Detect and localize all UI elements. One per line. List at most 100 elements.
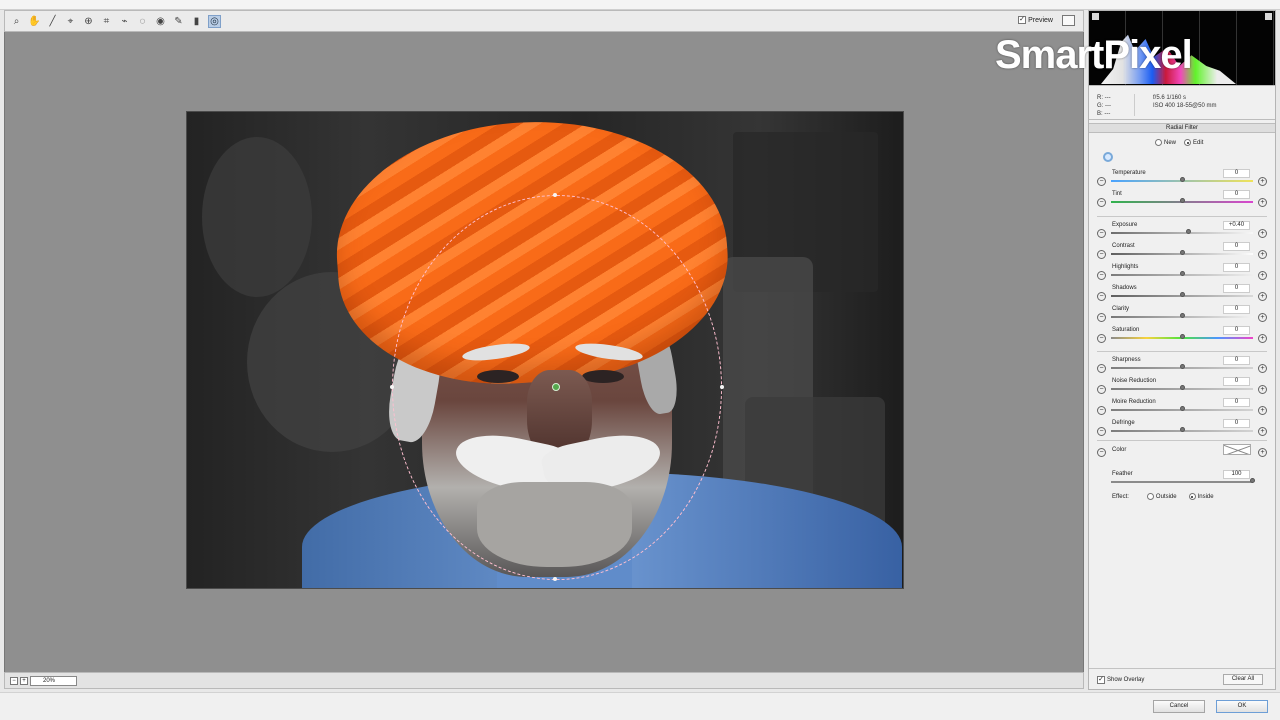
graduated-filter-tool[interactable]: ▮ (190, 15, 203, 28)
saturation-value-input[interactable]: 0 (1223, 326, 1250, 335)
saturation-slider-track[interactable] (1111, 334, 1253, 339)
noise-reduction-decrease-icon[interactable]: − (1097, 385, 1106, 394)
radial-filter-tool[interactable]: ◎ (208, 15, 221, 28)
highlights-slider-thumb[interactable] (1179, 271, 1185, 276)
full-screen-icon[interactable] (1062, 15, 1075, 26)
moire-reduction-slider-track[interactable] (1111, 406, 1253, 411)
white-balance-tool[interactable]: ╱ (46, 15, 59, 28)
sharpness-increase-icon[interactable]: + (1258, 364, 1267, 373)
exposure-increase-icon[interactable]: + (1258, 229, 1267, 238)
contrast-increase-icon[interactable]: + (1258, 250, 1267, 259)
feather-slider-track[interactable] (1111, 478, 1255, 483)
sharpness-decrease-icon[interactable]: − (1097, 364, 1106, 373)
defringe-value-input[interactable]: 0 (1223, 419, 1250, 428)
adjustment-brush-tool[interactable]: ✎ (172, 15, 185, 28)
inside-radio-icon[interactable] (1188, 493, 1196, 500)
preview-checkbox[interactable]: ✓ (1018, 16, 1027, 24)
show-overlay-toggle[interactable]: ✓ Show Overlay (1097, 676, 1144, 684)
noise-reduction-slider-thumb[interactable] (1179, 385, 1185, 390)
sharpness-slider-track[interactable] (1111, 364, 1253, 369)
clarity-slider-thumb[interactable] (1179, 313, 1185, 318)
contrast-slider-track[interactable] (1111, 250, 1253, 255)
zoom-tool[interactable]: ⌕ (10, 15, 23, 28)
contrast-value-input[interactable]: 0 (1223, 242, 1250, 251)
cancel-button[interactable]: Cancel (1153, 700, 1205, 713)
highlights-value-input[interactable]: 0 (1223, 263, 1250, 272)
outside-radio-icon[interactable] (1146, 493, 1154, 500)
noise-reduction-slider-track[interactable] (1111, 385, 1253, 390)
ellipse-right-handle[interactable] (720, 385, 724, 389)
feather-slider-thumb[interactable] (1250, 478, 1255, 483)
temperature-slider-thumb[interactable] (1179, 177, 1185, 182)
moire-reduction-decrease-icon[interactable]: − (1097, 406, 1106, 415)
clear-all-button[interactable]: Clear All (1223, 674, 1263, 685)
show-overlay-checkbox[interactable]: ✓ (1097, 676, 1105, 684)
sharpness-value-input[interactable]: 0 (1223, 356, 1250, 365)
clarity-decrease-icon[interactable]: − (1097, 313, 1106, 322)
shadows-decrease-icon[interactable]: − (1097, 292, 1106, 301)
defringe-decrease-icon[interactable]: − (1097, 427, 1106, 436)
clarity-slider-track[interactable] (1111, 313, 1253, 318)
preview-toggle[interactable]: ✓ Preview (1018, 16, 1053, 24)
feather-value-input[interactable]: 100 (1223, 470, 1250, 479)
defringe-slider-thumb[interactable] (1179, 427, 1185, 432)
portrait-photo[interactable] (186, 111, 904, 589)
noise-reduction-increase-icon[interactable]: + (1258, 385, 1267, 394)
defringe-increase-icon[interactable]: + (1258, 427, 1267, 436)
shadow-clipping-icon[interactable] (1092, 13, 1099, 20)
highlights-increase-icon[interactable]: + (1258, 271, 1267, 280)
highlights-decrease-icon[interactable]: − (1097, 271, 1106, 280)
exposure-slider-thumb[interactable] (1186, 229, 1192, 234)
zoom-in-icon[interactable]: + (20, 677, 28, 685)
image-preview-canvas[interactable] (4, 32, 1084, 672)
shadows-increase-icon[interactable]: + (1258, 292, 1267, 301)
spot-removal-tool[interactable]: ◌ (136, 15, 149, 28)
temperature-slider-track[interactable] (1111, 177, 1253, 182)
highlight-clipping-icon[interactable] (1265, 13, 1272, 20)
ellipse-bottom-handle[interactable] (553, 577, 557, 581)
color-reset-icon[interactable]: − (1097, 448, 1106, 457)
saturation-slider-thumb[interactable] (1179, 334, 1185, 339)
sharpness-slider-thumb[interactable] (1179, 364, 1185, 369)
mode-edit-option[interactable]: Edit (1184, 139, 1203, 146)
shadows-slider-track[interactable] (1111, 292, 1253, 297)
contrast-slider-thumb[interactable] (1179, 250, 1185, 255)
exposure-decrease-icon[interactable]: − (1097, 229, 1106, 238)
ellipse-top-handle[interactable] (553, 193, 557, 197)
contrast-decrease-icon[interactable]: − (1097, 250, 1106, 259)
ok-button[interactable]: OK (1216, 700, 1268, 713)
highlights-slider-track[interactable] (1111, 271, 1253, 276)
noise-reduction-value-input[interactable]: 0 (1223, 377, 1250, 386)
radial-filter-center-pin[interactable] (552, 383, 560, 391)
saturation-decrease-icon[interactable]: − (1097, 334, 1106, 343)
zoom-out-icon[interactable]: − (10, 677, 18, 685)
tint-decrease-icon[interactable]: − (1097, 198, 1106, 207)
red-eye-tool[interactable]: ◉ (154, 15, 167, 28)
ellipse-left-handle[interactable] (390, 385, 394, 389)
saturation-increase-icon[interactable]: + (1258, 334, 1267, 343)
moire-reduction-increase-icon[interactable]: + (1258, 406, 1267, 415)
shadows-value-input[interactable]: 0 (1223, 284, 1250, 293)
moire-reduction-value-input[interactable]: 0 (1223, 398, 1250, 407)
shadows-slider-thumb[interactable] (1179, 292, 1185, 297)
temperature-decrease-icon[interactable]: − (1097, 177, 1106, 186)
moire-reduction-slider-thumb[interactable] (1179, 406, 1185, 411)
color-swatch[interactable] (1223, 444, 1251, 455)
straighten-tool[interactable]: ⌁ (118, 15, 131, 28)
exposure-value-input[interactable]: +0.40 (1223, 221, 1250, 230)
clarity-value-input[interactable]: 0 (1223, 305, 1250, 314)
color-add-icon[interactable]: + (1258, 448, 1267, 457)
mode-new-option[interactable]: New (1155, 139, 1176, 146)
tint-slider-thumb[interactable] (1179, 198, 1185, 203)
effect-inside-option[interactable]: Inside (1188, 493, 1214, 500)
targeted-adjustment-tool[interactable]: ⊕ (82, 15, 95, 28)
effect-outside-option[interactable]: Outside (1146, 493, 1177, 500)
temperature-value-input[interactable]: 0 (1223, 169, 1250, 178)
hand-tool[interactable]: ✋ (28, 15, 41, 28)
new-radio-icon[interactable] (1155, 139, 1162, 146)
clarity-increase-icon[interactable]: + (1258, 313, 1267, 322)
color-sampler-tool[interactable]: ⌖ (64, 15, 77, 28)
crop-tool[interactable]: ⌗ (100, 15, 113, 28)
tint-slider-track[interactable] (1111, 198, 1253, 203)
zoom-level-select[interactable]: 20% (30, 676, 77, 686)
